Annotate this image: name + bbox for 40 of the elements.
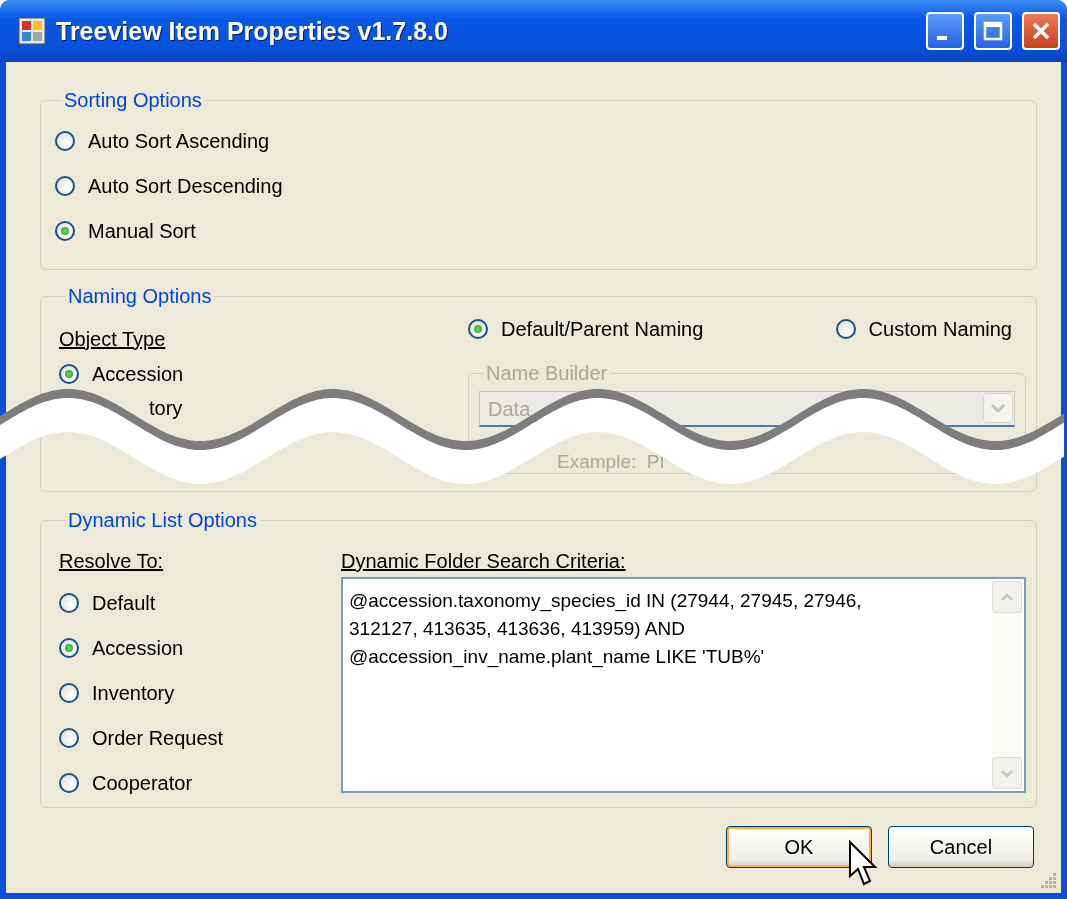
close-button[interactable] (1022, 12, 1060, 50)
radio-option[interactable]: Auto Sort Descending (55, 171, 283, 201)
maximize-icon (982, 20, 1004, 42)
group-legend: Name Builder (483, 362, 611, 385)
resize-grip-icon (1041, 873, 1056, 888)
dropdown-button[interactable] (983, 393, 1013, 423)
chevron-down-icon (990, 403, 1006, 413)
chevron-up-icon (1000, 592, 1014, 602)
object-type-label: Object Type (59, 328, 166, 350)
criteria-label: Dynamic Folder Search Criteria: (341, 550, 626, 572)
scroll-down-button[interactable] (992, 757, 1022, 789)
radio-option[interactable]: Accession (59, 359, 184, 389)
scrollbar[interactable] (992, 581, 1022, 789)
group-legend: Sorting Options (61, 89, 205, 112)
group-legend: Dynamic List Options (65, 509, 260, 532)
maximize-button[interactable] (974, 12, 1012, 50)
radio-option[interactable]: Accession (59, 633, 184, 663)
minimize-button[interactable] (926, 12, 964, 50)
app-icon (18, 17, 46, 45)
radio-option[interactable]: Cooperator (59, 768, 193, 798)
criteria-field[interactable]: @accession.taxonomy_species_id IN (27944, 27945, 27946, 312127, 413635, 413636, 413959) AND @accession_inv_name.plant_name LIKE 'TUB%' (341, 577, 1026, 793)
radio-option[interactable]: Default (59, 588, 156, 618)
radio-option[interactable]: Default/Parent Naming (468, 314, 704, 344)
dialog-button[interactable]: Cancel (888, 826, 1034, 868)
radio-option[interactable]: Inventory (59, 678, 175, 708)
cursor-icon (849, 840, 878, 886)
radio-option[interactable]: Auto Sort Ascending (55, 126, 270, 156)
radio-label: tory (148, 397, 183, 419)
scroll-up-button[interactable] (992, 581, 1022, 613)
dialog-button[interactable]: OK (726, 826, 872, 868)
radio-option[interactable]: Order Request (59, 723, 224, 753)
resolve-to-label: Resolve To: (59, 550, 164, 572)
close-icon (1030, 20, 1052, 42)
window-title: Treeview Item Properties v1.7.8.0 (56, 16, 449, 46)
chevron-down-icon (1000, 768, 1014, 778)
example-text: Example: PI (556, 451, 665, 473)
radio-option[interactable]: Manual Sort (55, 216, 196, 246)
group-legend: Naming Options (65, 285, 215, 308)
radio-option[interactable]: Custom Naming (835, 314, 1012, 344)
minimize-icon (937, 36, 947, 40)
